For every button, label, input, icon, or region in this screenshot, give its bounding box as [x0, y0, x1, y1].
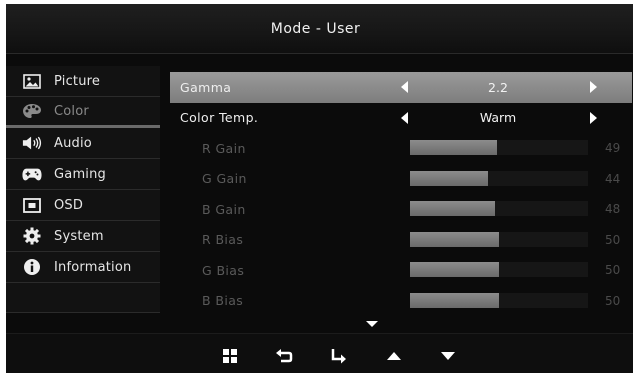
slider-fill	[410, 170, 489, 186]
r-bias-row[interactable]: R Bias 50	[170, 225, 632, 256]
right-arrow-icon[interactable]	[590, 81, 597, 94]
b-gain-label: B Gain	[202, 201, 246, 217]
sidebar: Picture Color Audio Gaming OSD System In…	[6, 66, 160, 313]
b-gain-slider[interactable]	[410, 201, 588, 216]
slider-fill	[410, 231, 499, 247]
info-icon	[22, 258, 42, 276]
g-gain-value: 44	[605, 171, 621, 186]
g-bias-row[interactable]: G Bias 50	[170, 255, 632, 286]
back-icon[interactable]	[274, 346, 294, 366]
sidebar-item-label: System	[54, 228, 104, 244]
gamepad-icon	[22, 165, 42, 183]
sidebar-item-label: OSD	[54, 197, 84, 213]
title-bar: Mode - User	[6, 4, 633, 54]
left-arrow-icon[interactable]	[401, 111, 408, 124]
g-gain-slider[interactable]	[410, 170, 588, 186]
sidebar-item-label: Information	[54, 259, 132, 275]
left-arrow-icon[interactable]	[401, 81, 408, 94]
enter-icon[interactable]	[329, 346, 349, 366]
r-gain-value: 49	[605, 141, 621, 156]
sidebar-item-label: Gaming	[54, 166, 107, 182]
r-bias-value: 50	[605, 232, 621, 247]
sidebar-item-audio[interactable]: Audio	[6, 128, 160, 159]
gamma-label: Gamma	[180, 79, 232, 95]
b-gain-row[interactable]: B Gain 48	[170, 194, 632, 225]
sidebar-item-picture[interactable]: Picture	[6, 66, 160, 97]
osd-icon	[22, 196, 42, 214]
g-bias-label: G Bias	[202, 262, 245, 278]
b-bias-row[interactable]: B Bias 50	[170, 286, 632, 317]
picture-icon	[22, 72, 42, 90]
sidebar-item-gaming[interactable]: Gaming	[6, 159, 160, 190]
gamma-value: 2.2	[488, 79, 508, 95]
sidebar-item-osd[interactable]: OSD	[6, 190, 160, 221]
r-bias-slider[interactable]	[410, 231, 588, 247]
sidebar-item-label: Color	[54, 103, 89, 119]
slider-fill	[410, 292, 499, 308]
scroll-down-indicator-icon	[366, 321, 378, 327]
slider-fill	[410, 140, 498, 155]
color-temp-row[interactable]: Color Temp. Warm	[170, 103, 632, 134]
gamma-row[interactable]: Gamma 2.2	[170, 72, 632, 103]
down-arrow-icon[interactable]	[438, 346, 458, 366]
b-bias-label: B Bias	[202, 293, 244, 309]
frame-edge	[633, 0, 640, 380]
g-gain-label: G Gain	[202, 171, 247, 187]
r-gain-label: R Gain	[202, 140, 246, 156]
r-bias-label: R Bias	[202, 232, 244, 248]
r-gain-row[interactable]: R Gain 49	[170, 133, 632, 164]
osd-screen: Mode - User Picture Color Audio Gaming O…	[0, 0, 640, 380]
palette-icon	[22, 102, 42, 120]
b-gain-value: 48	[605, 202, 621, 217]
g-bias-slider[interactable]	[410, 262, 588, 277]
sidebar-item-color[interactable]: Color	[6, 97, 160, 128]
frame-edge	[0, 373, 640, 380]
slider-fill	[410, 262, 499, 277]
color-temp-label: Color Temp.	[180, 110, 259, 126]
sidebar-item-label: Picture	[54, 73, 101, 89]
navigation-bar	[6, 333, 633, 373]
color-temp-value: Warm	[479, 110, 517, 126]
right-arrow-icon[interactable]	[590, 111, 597, 124]
b-bias-slider[interactable]	[410, 292, 588, 308]
sidebar-empty-slot	[6, 283, 160, 313]
r-gain-slider[interactable]	[410, 140, 588, 155]
menu-icon[interactable]	[220, 346, 240, 366]
b-bias-value: 50	[605, 293, 621, 308]
speaker-icon	[22, 134, 42, 152]
up-arrow-icon[interactable]	[384, 346, 404, 366]
gear-icon	[22, 227, 42, 245]
g-gain-row[interactable]: G Gain 44	[170, 164, 632, 195]
sidebar-item-label: Audio	[54, 135, 92, 151]
page-title: Mode - User	[270, 20, 361, 37]
frame-edge	[0, 0, 6, 380]
sidebar-item-system[interactable]: System	[6, 221, 160, 252]
frame-edge	[0, 0, 640, 4]
slider-fill	[410, 201, 496, 216]
g-bias-value: 50	[605, 263, 621, 278]
settings-panel: Gamma 2.2 Color Temp. Warm R Gain 49 G G…	[170, 72, 632, 316]
sidebar-item-information[interactable]: Information	[6, 252, 160, 283]
